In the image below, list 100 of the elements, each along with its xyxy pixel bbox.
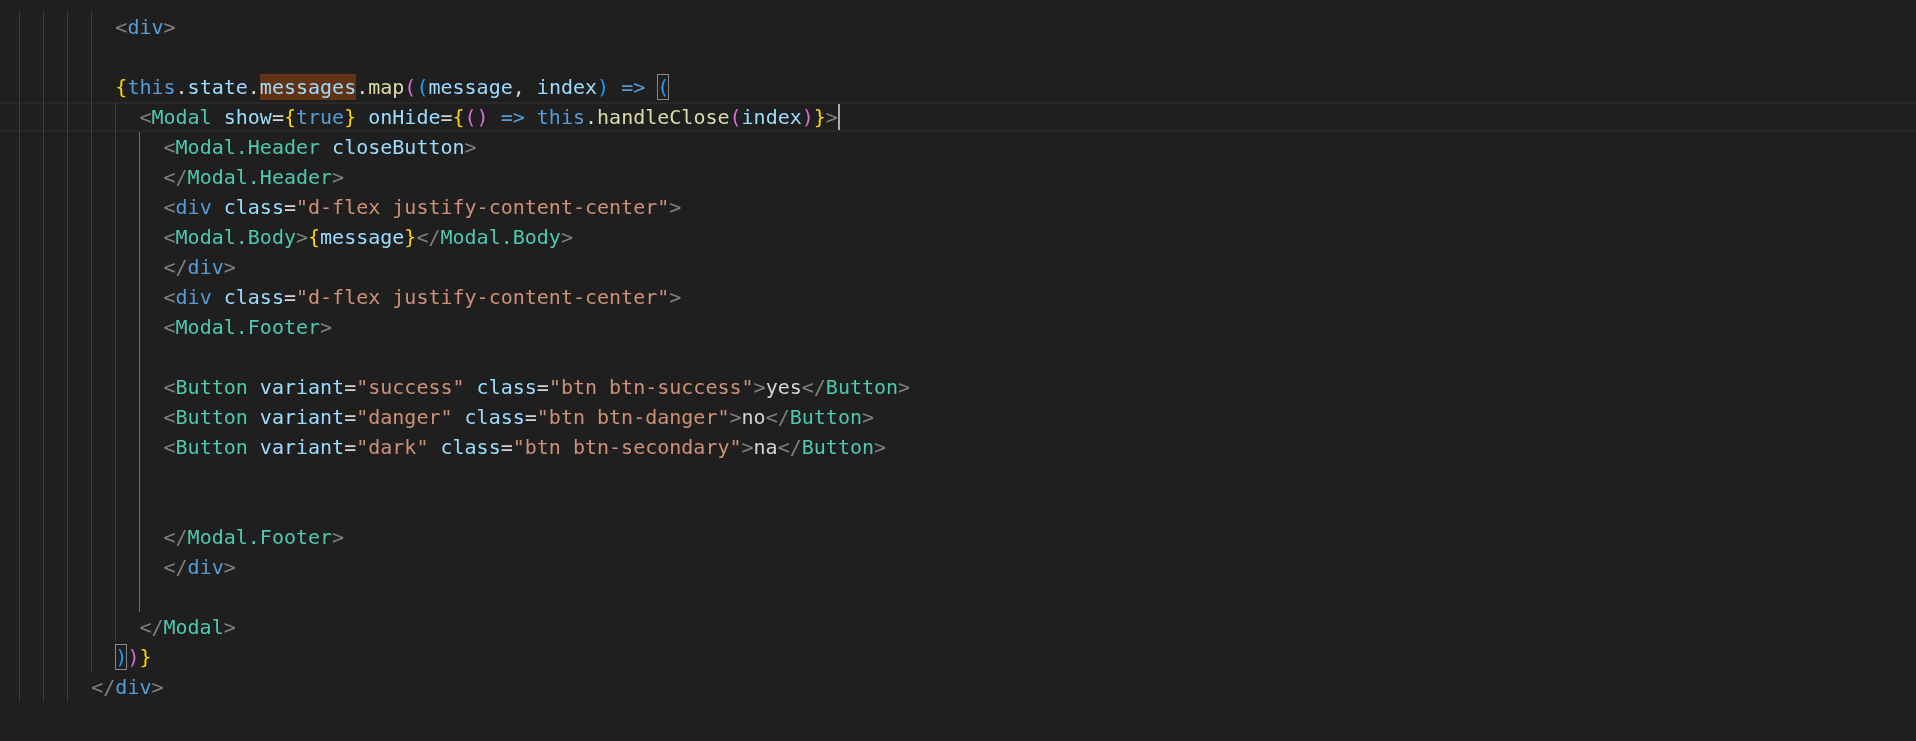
attribute-name: class (440, 434, 501, 460)
operator: . (175, 74, 188, 100)
variable-name: index (741, 104, 802, 130)
keyword: this (536, 104, 585, 130)
attribute-name: variant (259, 374, 345, 400)
tag-name: Modal.Header (187, 164, 333, 190)
keyword: true (295, 104, 345, 130)
bracket: { (283, 104, 296, 130)
string-literal: "btn btn-danger" (536, 404, 730, 430)
tag-name: Button (175, 374, 249, 400)
keyword: this (127, 74, 176, 100)
operator: . (585, 104, 598, 130)
punctuation: > (898, 374, 911, 400)
punctuation: > (163, 14, 176, 40)
bracket: ( (416, 74, 429, 100)
string-literal: "danger" (356, 404, 454, 430)
attribute-name: closeButton (332, 134, 465, 160)
tag-name: Modal (163, 614, 224, 640)
variable-name: state (187, 74, 248, 100)
bracket: { (115, 74, 128, 100)
punctuation: > (825, 104, 838, 130)
punctuation: < (163, 224, 176, 250)
tag-name: div (115, 674, 152, 700)
tag-name: Modal (151, 104, 213, 130)
operator: = (524, 404, 537, 430)
keyword: => (621, 74, 647, 100)
tag-name: div (187, 554, 224, 580)
tag-name: Modal.Header (175, 134, 322, 160)
operator: = (271, 104, 284, 130)
punctuation: < (163, 284, 176, 310)
punctuation: < (163, 404, 176, 430)
bracket: ) (115, 644, 128, 670)
operator: = (344, 374, 357, 400)
attribute-name: class (464, 404, 525, 430)
punctuation: < (163, 434, 176, 460)
operator: = (500, 434, 513, 460)
punctuation: </ (777, 434, 802, 460)
operator: = (283, 284, 296, 310)
variable-name: message (320, 224, 405, 250)
string-literal: "btn btn-secondary" (512, 434, 742, 460)
bracket: ) (597, 74, 611, 100)
punctuation: </ (765, 404, 790, 430)
operator: = (536, 374, 549, 400)
bracket: } (344, 104, 358, 130)
function-name: handleClose (597, 104, 730, 130)
punctuation: > (669, 284, 682, 310)
tag-name: Button (801, 434, 874, 460)
punctuation: </ (91, 674, 116, 700)
attribute-name: onHide (368, 104, 441, 130)
bracket: ( (729, 104, 742, 130)
bracket: } (404, 224, 417, 250)
tag-name: Button (175, 434, 249, 460)
punctuation: > (729, 404, 742, 430)
tag-name: Modal.Body (175, 224, 296, 250)
punctuation: </ (163, 554, 188, 580)
punctuation: > (464, 134, 477, 160)
punctuation: > (223, 554, 236, 580)
keyword: => (500, 104, 526, 130)
operator: = (344, 434, 357, 460)
element-text: yes (765, 374, 802, 400)
punctuation: </ (139, 614, 164, 640)
operator: = (440, 104, 453, 130)
attribute-name: variant (259, 404, 345, 430)
punctuation: > (295, 224, 308, 250)
punctuation: < (139, 104, 152, 130)
attribute-name: variant (259, 434, 345, 460)
tag-name: div (127, 14, 164, 40)
bracket: ( (404, 74, 417, 100)
variable-name: message (428, 74, 513, 100)
element-text: na (753, 434, 778, 460)
punctuation: > (560, 224, 573, 250)
bracket: { (308, 224, 321, 250)
tag-name: Modal.Body (440, 224, 561, 250)
operator: , (512, 74, 526, 100)
punctuation: </ (801, 374, 826, 400)
bracket: () (464, 104, 490, 130)
attribute-name: class (223, 284, 284, 310)
operator: = (283, 194, 296, 220)
punctuation: > (332, 524, 345, 550)
string-literal: "success" (356, 374, 466, 400)
bracket: ) (801, 104, 814, 130)
attribute-name: show (223, 104, 272, 130)
attribute-name: class (223, 194, 284, 220)
bracket: } (813, 104, 826, 130)
punctuation: > (874, 434, 887, 460)
punctuation: > (151, 674, 164, 700)
punctuation: > (753, 374, 766, 400)
tag-name: Modal.Footer (187, 524, 333, 550)
punctuation: > (669, 194, 682, 220)
operator: . (356, 74, 369, 100)
tag-name: div (175, 194, 213, 220)
string-literal: "dark" (356, 434, 430, 460)
tag-name: Modal.Footer (175, 314, 321, 340)
punctuation: < (163, 134, 176, 160)
punctuation: > (320, 314, 333, 340)
bracket: ) (127, 644, 140, 670)
punctuation: </ (416, 224, 441, 250)
punctuation: < (163, 374, 176, 400)
punctuation: > (223, 254, 236, 280)
bracket: { (452, 104, 465, 130)
